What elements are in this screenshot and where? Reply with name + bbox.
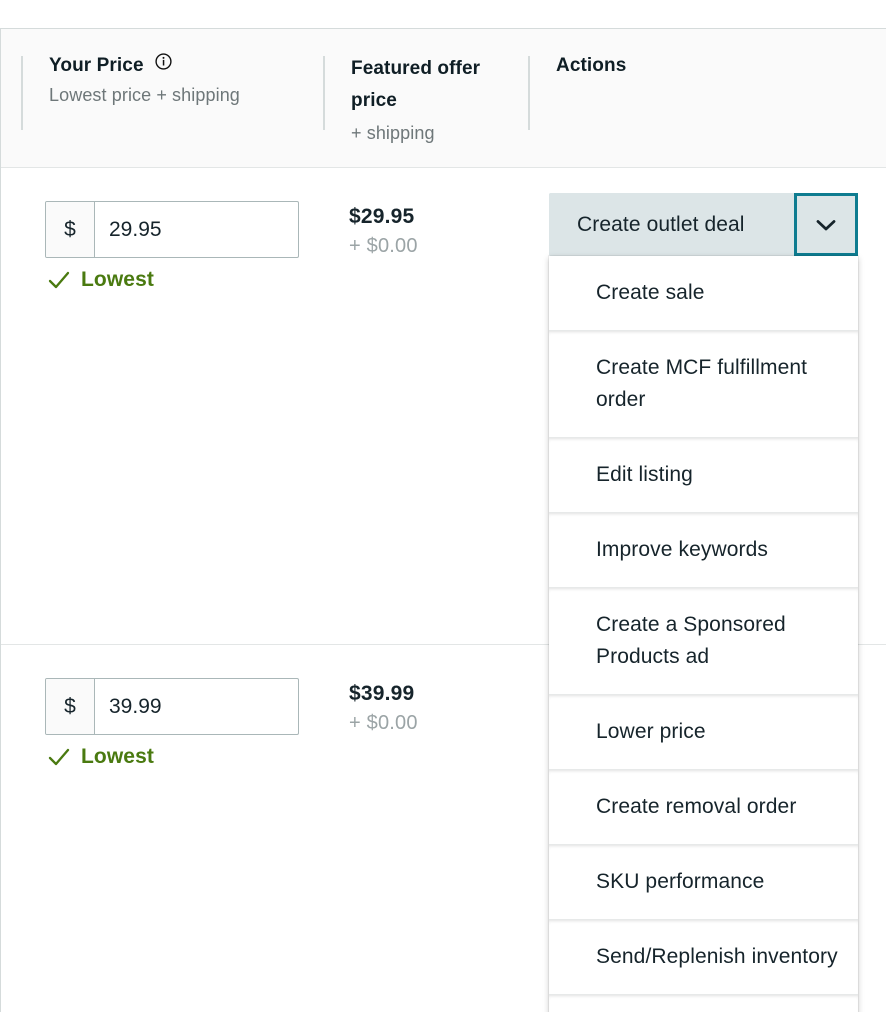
menu-item[interactable]: Create removal order (549, 769, 858, 844)
column-subtitle: Lowest price + shipping (49, 85, 240, 105)
actions-cell: Create outlet deal Create sale Create MC… (549, 193, 858, 1012)
actions-dropdown-menu: Create sale Create MCF fulfillment order… (549, 256, 858, 1012)
your-price-cell: $ Lowest (45, 201, 299, 292)
column-header-actions: Actions (528, 53, 778, 130)
menu-item[interactable]: Edit listing (549, 437, 858, 512)
inventory-pricing-screen: Your Price Lowest price + shipping Featu… (0, 0, 886, 1012)
column-header-your-price: Your Price Lowest price + shipping (21, 53, 321, 130)
price-input-group[interactable]: $ (45, 678, 299, 735)
column-divider (528, 56, 530, 130)
menu-item[interactable]: Send/Replenish inventory (549, 919, 858, 994)
price-input[interactable] (95, 679, 298, 734)
featured-offer-price-value: $29.95 (349, 205, 415, 228)
column-title: Featured offer price (351, 58, 481, 111)
menu-item[interactable]: Lower price (549, 694, 858, 769)
currency-prefix: $ (46, 679, 95, 734)
check-icon (47, 745, 71, 769)
your-price-cell: $ Lowest (45, 678, 299, 769)
menu-item[interactable]: Create sale (549, 256, 858, 330)
featured-offer-price-cell: $39.99 + $0.00 (349, 680, 519, 738)
menu-item-overflow[interactable] (549, 994, 858, 1012)
column-subtitle: + shipping (351, 123, 435, 143)
top-spacer (0, 0, 886, 28)
menu-item[interactable]: Create MCF fulfillment order (549, 330, 858, 437)
column-title: Your Price (49, 53, 321, 79)
info-circle-icon[interactable] (155, 53, 172, 70)
actions-dropdown-toggle[interactable] (794, 193, 858, 256)
create-outlet-deal-split-button[interactable]: Create outlet deal (549, 193, 858, 256)
featured-offer-price-value: $39.99 (349, 682, 415, 705)
create-outlet-deal-button[interactable]: Create outlet deal (549, 193, 794, 256)
menu-item[interactable]: Improve keywords (549, 512, 858, 587)
chevron-down-icon (813, 212, 839, 238)
menu-item[interactable]: SKU performance (549, 844, 858, 919)
status-badge: Lowest (47, 745, 299, 769)
column-divider (21, 56, 23, 130)
status-badge: Lowest (47, 268, 299, 292)
featured-offer-shipping-value: + $0.00 (349, 235, 418, 257)
check-icon (47, 268, 71, 292)
featured-offer-shipping-value: + $0.00 (349, 712, 418, 734)
status-badge-label: Lowest (81, 268, 154, 291)
price-input-group[interactable]: $ (45, 201, 299, 258)
currency-prefix: $ (46, 202, 95, 257)
featured-offer-price-cell: $29.95 + $0.00 (349, 203, 519, 261)
status-badge-label: Lowest (81, 745, 154, 768)
column-title: Actions (556, 55, 627, 76)
price-input[interactable] (95, 202, 298, 257)
column-divider (323, 56, 325, 130)
column-title-text: Your Price (49, 55, 144, 76)
menu-item[interactable]: Create a Sponsored Products ad (549, 587, 858, 694)
table-header-row: Your Price Lowest price + shipping Featu… (1, 29, 886, 168)
column-header-featured-offer-price: Featured offer price + shipping (323, 53, 525, 149)
